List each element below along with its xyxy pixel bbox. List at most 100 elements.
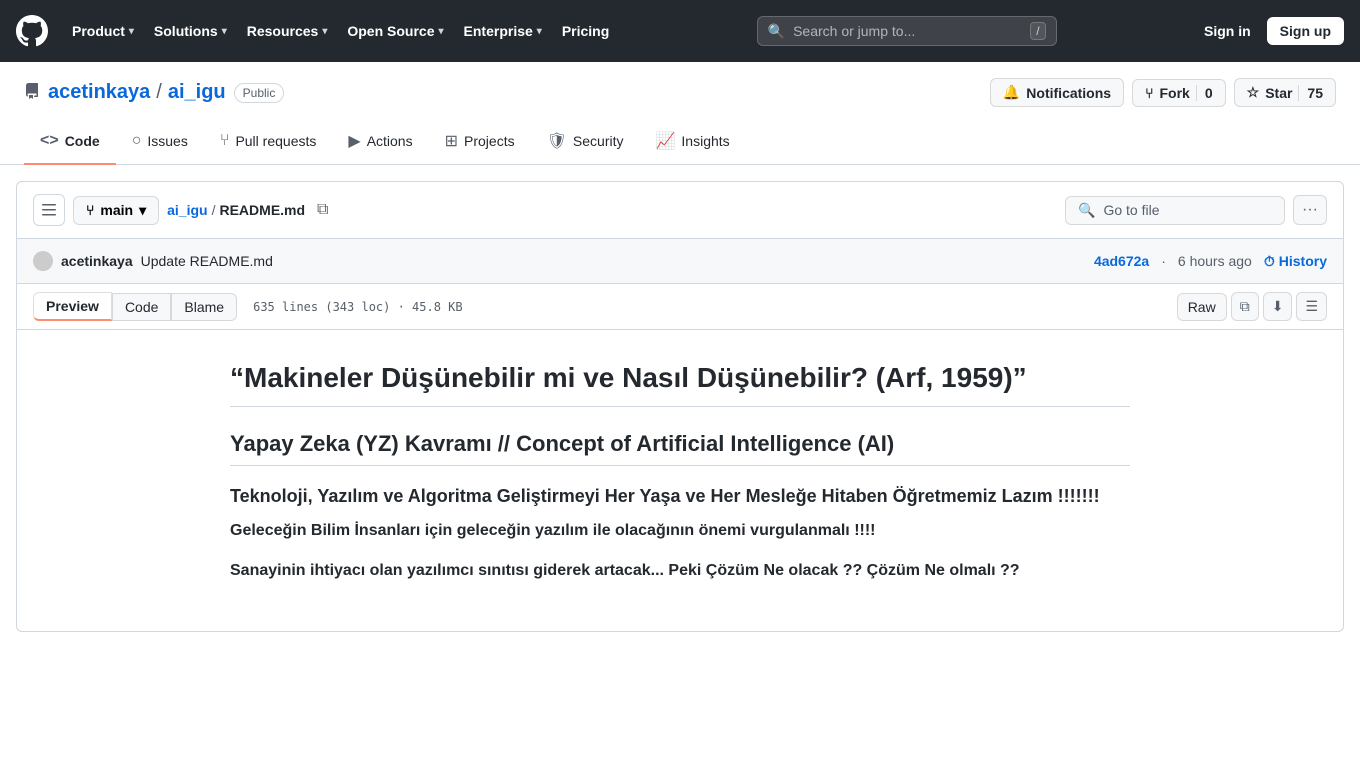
copy-raw-button[interactable]: ⧉ [1231,292,1259,321]
insights-icon: 📈 [655,131,675,151]
file-name: README.md [219,202,305,218]
nav-open-source-label: Open Source [347,23,434,39]
top-navigation: Product ▾ Solutions ▾ Resources ▾ Open S… [0,0,1360,62]
repo-content: ⑂ main ▾ ai_igu / README.md ⧉ 🔍 Go to fi… [16,181,1344,632]
file-header: ⑂ main ▾ ai_igu / README.md ⧉ 🔍 Go to fi… [17,182,1343,239]
file-repo-link[interactable]: ai_igu [167,202,207,218]
go-to-file-button[interactable]: 🔍 Go to file [1065,196,1285,225]
tab-security[interactable]: 🛡 Security [531,119,640,165]
tab-code[interactable]: <> Code [24,119,116,165]
search-input-wrap[interactable]: 🔍 / [757,16,1057,46]
repo-tabs: <> Code ○ Issues ⑂ Pull requests ▶ Actio… [24,119,1336,164]
commit-message: Update README.md [141,253,273,269]
tab-projects[interactable]: ⊞ Projects [429,119,531,165]
code-toolbar: Preview Code Blame 635 lines (343 loc) ·… [17,284,1343,330]
notifications-button[interactable]: 🔔 Notifications [990,78,1124,107]
outline-button[interactable]: ☰ [1296,292,1327,321]
nav-solutions[interactable]: Solutions ▾ [146,17,235,45]
readme-h3: Teknoloji, Yazılım ve Algoritma Geliştir… [230,486,1130,507]
nav-resources-label: Resources [247,23,319,39]
nav-product[interactable]: Product ▾ [64,17,142,45]
tab-issues[interactable]: ○ Issues [116,119,204,165]
readme-h1: “Makineler Düşünebilir mi ve Nasıl Düşün… [230,362,1130,407]
tab-actions[interactable]: ▶ Actions [332,119,428,165]
commit-time-label: 6 hours ago [1178,253,1252,269]
nav-open-source[interactable]: Open Source ▾ [339,17,451,45]
history-label: History [1279,253,1327,269]
nav-pricing[interactable]: Pricing [554,17,617,45]
breadcrumb: acetinkaya / ai_igu [48,81,226,104]
content-area: ⑂ main ▾ ai_igu / README.md ⧉ 🔍 Go to fi… [0,165,1360,764]
tab-security-label: Security [573,133,624,149]
sign-up-button[interactable]: Sign up [1267,17,1344,45]
repo-icon [24,83,40,102]
commit-meta: 4ad672a · 6 hours ago ⏱ History [1094,253,1327,270]
fork-label: Fork [1159,85,1189,101]
pr-icon: ⑂ [220,132,230,150]
tab-insights-label: Insights [681,133,729,149]
tab-insights[interactable]: 📈 Insights [639,119,745,165]
tab-issues-label: Issues [147,133,187,149]
readme-p1: Geleceğin Bilim İnsanları için geleceğin… [230,519,1130,543]
readme-h2: Yapay Zeka (YZ) Kavramı // Concept of Ar… [230,431,1130,466]
more-options-button[interactable]: ··· [1293,195,1327,225]
download-button[interactable]: ⬇ [1263,292,1293,321]
auth-buttons: Sign in Sign up [1196,17,1344,45]
preview-button[interactable]: Preview [33,292,112,321]
fork-count[interactable]: 0 [1196,85,1213,101]
tab-code-label: Code [65,133,100,149]
file-stats: 635 lines (343 loc) · 45.8 KB [253,300,463,314]
branch-icon: ⑂ [86,202,94,218]
blame-button[interactable]: Blame [171,293,237,321]
search-icon: 🔍 [1078,202,1095,219]
history-icon: ⏱ [1264,253,1275,270]
commit-row: acetinkaya Update README.md 4ad672a · 6 … [17,239,1343,284]
search-icon: 🔍 [768,23,785,40]
visibility-badge: Public [234,83,285,103]
star-icon: ☆ [1247,84,1260,101]
breadcrumb-separator: / [156,81,162,104]
raw-actions: Raw ⧉ ⬇ ☰ [1177,292,1327,321]
star-label: Star [1265,85,1292,101]
path-separator: / [212,202,216,218]
actions-icon: ▶ [348,131,360,151]
avatar [33,251,53,271]
chevron-down-icon: ▾ [129,26,134,37]
copy-path-button[interactable]: ⧉ [313,199,332,221]
repo-name-link[interactable]: ai_igu [168,81,226,104]
repo-header: acetinkaya / ai_igu Public 🔔 Notificatio… [0,62,1360,165]
nav-resources[interactable]: Resources ▾ [239,17,336,45]
go-to-file-label: Go to file [1103,202,1159,218]
code-icon: <> [40,132,59,150]
repo-owner-link[interactable]: acetinkaya [48,81,150,104]
history-link[interactable]: ⏱ History [1264,253,1327,270]
notifications-label: Notifications [1026,85,1111,101]
commit-author[interactable]: acetinkaya [61,253,133,269]
star-count[interactable]: 75 [1298,85,1323,101]
issue-icon: ○ [132,132,142,150]
chevron-down-icon: ▾ [439,26,444,37]
star-button[interactable]: ☆ Star 75 [1234,78,1336,107]
search-shortcut: / [1030,22,1045,40]
nav-enterprise-label: Enterprise [464,23,533,39]
nav-items: Product ▾ Solutions ▾ Resources ▾ Open S… [64,17,617,45]
nav-product-label: Product [72,23,125,39]
nav-enterprise[interactable]: Enterprise ▾ [456,17,550,45]
repo-title-row: acetinkaya / ai_igu Public 🔔 Notificatio… [24,78,1336,107]
sign-in-button[interactable]: Sign in [1196,18,1259,44]
sidebar-toggle[interactable] [33,194,65,226]
branch-selector[interactable]: ⑂ main ▾ [73,196,159,225]
tab-pullrequests[interactable]: ⑂ Pull requests [204,119,333,165]
file-path: ai_igu / README.md [167,202,305,218]
chevron-down-icon: ▾ [537,26,542,37]
raw-button[interactable]: Raw [1177,293,1227,321]
bell-icon: 🔔 [1003,84,1020,101]
github-logo[interactable] [16,15,48,47]
fork-button[interactable]: ⑂ Fork 0 [1132,79,1226,107]
tab-pr-label: Pull requests [235,133,316,149]
search-input[interactable] [793,23,1022,39]
commit-time: · [1161,253,1166,269]
commit-sha-link[interactable]: 4ad672a [1094,253,1149,269]
chevron-down-icon: ▾ [322,26,327,37]
code-button[interactable]: Code [112,293,171,321]
